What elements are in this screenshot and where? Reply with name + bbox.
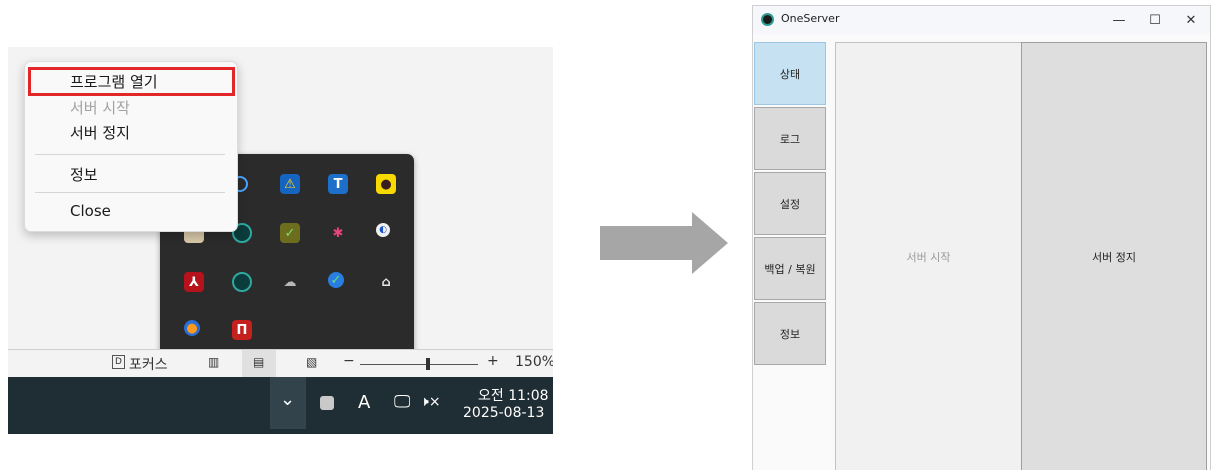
focus-label[interactable]: 포커스: [129, 354, 168, 374]
nav-settings-button[interactable]: 설정: [754, 172, 826, 235]
home-icon[interactable]: ⌂: [376, 272, 396, 292]
stop-server-button[interactable]: 서버 정지: [1021, 42, 1207, 470]
tray-screenshot: ⚠ T ● ✓ ✱ ◐ ⅄ ☁ ✓ ⌂ ● Π 프로그램 열기 서버 시작 서버…: [8, 47, 553, 434]
read-mode-icon[interactable]: ▥: [208, 355, 219, 369]
web-layout-icon[interactable]: ▧: [306, 355, 317, 369]
security-warning-icon[interactable]: ⚠: [280, 174, 300, 194]
acrobat-icon[interactable]: ⅄: [184, 272, 204, 292]
chevron-down-icon: ⌄: [280, 389, 296, 410]
window-title: OneServer: [781, 12, 840, 25]
network-icon[interactable]: [320, 396, 334, 410]
app-logo-icon: [761, 13, 774, 26]
word-status-bar: D 포커스 ▥ ▤ ▧ − + 150%: [8, 349, 553, 378]
taskbar: ⌄ A 🖵 🕨× 오전 11:08 2025-08-13: [8, 377, 553, 434]
nav-backup-restore-button[interactable]: 백업 / 복원: [754, 237, 826, 300]
slack-icon[interactable]: ✱: [328, 223, 348, 243]
volume-muted-icon[interactable]: 🕨×: [420, 394, 441, 410]
minimize-button[interactable]: —: [1101, 9, 1137, 31]
menu-separator: [35, 154, 225, 155]
zoom-out-button[interactable]: −: [343, 353, 355, 369]
menu-item-info[interactable]: 정보: [70, 164, 98, 185]
clock-date[interactable]: 2025-08-13: [463, 405, 544, 421]
kakaotalk-icon[interactable]: ●: [376, 174, 396, 194]
cloud-offline-icon[interactable]: ☁: [280, 272, 300, 292]
clock-time[interactable]: 오전 11:08: [478, 385, 549, 405]
half-circle-icon[interactable]: ◐: [376, 223, 390, 237]
zoom-level[interactable]: 150%: [515, 354, 553, 370]
print-layout-icon: ▤: [253, 355, 265, 369]
display-icon[interactable]: 🖵: [394, 392, 410, 412]
teamviewer-icon[interactable]: T: [328, 174, 348, 194]
maximize-button[interactable]: ☐: [1137, 9, 1173, 31]
menu-separator: [35, 192, 225, 193]
title-bar[interactable]: OneServer — ☐ ✕: [753, 6, 1210, 34]
oneserver-window: OneServer — ☐ ✕ 상태 로그 설정 백업 / 복원 정보 서버 시…: [752, 5, 1211, 470]
nav-status-button[interactable]: 상태: [754, 42, 826, 105]
focus-icon[interactable]: D: [112, 355, 125, 369]
oneserver-tray-icon-2[interactable]: [232, 272, 252, 292]
zoom-in-button[interactable]: +: [487, 353, 499, 369]
close-button[interactable]: ✕: [1173, 9, 1209, 31]
zoom-slider-track[interactable]: [360, 364, 478, 365]
highlight-box: [28, 67, 235, 96]
menu-item-start-server[interactable]: 서버 시작: [70, 97, 130, 118]
nav-log-button[interactable]: 로그: [754, 107, 826, 170]
netflix-icon[interactable]: Π: [232, 320, 252, 340]
cloud-sync-icon[interactable]: ✓: [328, 272, 344, 288]
arrow-right-icon: [600, 212, 728, 274]
ime-indicator[interactable]: A: [358, 392, 370, 413]
nav-info-button[interactable]: 정보: [754, 302, 826, 365]
menu-item-stop-server[interactable]: 서버 정지: [70, 122, 130, 143]
start-server-button[interactable]: 서버 시작: [835, 42, 1022, 470]
shield-check-icon[interactable]: ✓: [280, 223, 300, 243]
zoom-slider-thumb[interactable]: [426, 358, 430, 370]
sync-icon[interactable]: ●: [184, 320, 200, 336]
menu-item-close[interactable]: Close: [70, 202, 111, 220]
